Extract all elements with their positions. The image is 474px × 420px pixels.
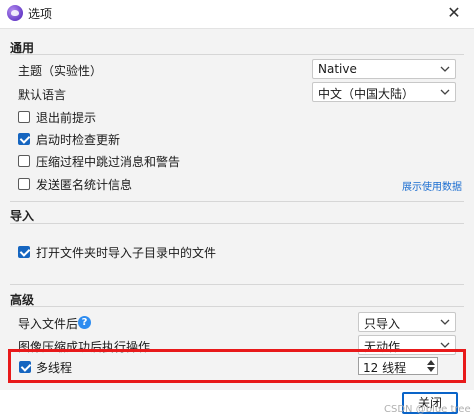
thread-count-value: 12 线程 xyxy=(363,361,407,375)
theme-label: 主题（实验性） xyxy=(18,64,103,78)
chevron-down-icon xyxy=(440,89,450,95)
title-bar: 选项 ✕ xyxy=(0,0,474,26)
stepper-up-icon[interactable] xyxy=(427,360,435,365)
theme-select[interactable]: Native xyxy=(312,59,456,79)
stepper-arrows-icon[interactable] xyxy=(426,359,436,373)
section-header-import: 导入 xyxy=(10,209,35,223)
watermark-text: CSDN @blue tree xyxy=(384,404,471,415)
divider xyxy=(10,223,464,224)
checkbox-label: 发送匿名统计信息 xyxy=(36,178,133,192)
checkbox-import-subdirs[interactable] xyxy=(18,246,30,258)
thread-count-stepper[interactable]: 12 线程 xyxy=(358,357,438,375)
checkbox-label: 启动时检查更新 xyxy=(36,133,121,147)
checkbox-label: 压缩过程中跳过消息和警告 xyxy=(36,155,181,169)
window-title: 选项 xyxy=(28,7,53,21)
chevron-down-icon xyxy=(440,319,450,325)
window-close-icon[interactable]: ✕ xyxy=(444,3,464,23)
show-usage-data-link[interactable]: 展示使用数据 xyxy=(402,178,462,193)
checkbox-multithread[interactable] xyxy=(19,361,31,373)
language-label: 默认语言 xyxy=(18,88,67,102)
divider xyxy=(10,54,464,55)
checkbox-prompt-before-exit[interactable] xyxy=(18,111,30,123)
checkbox-label: 退出前提示 xyxy=(36,111,97,125)
import-files-select[interactable]: 只导入 xyxy=(358,312,456,332)
help-icon[interactable]: ? xyxy=(78,316,91,329)
chevron-down-icon xyxy=(440,66,450,72)
checkbox-skip-messages[interactable] xyxy=(18,155,30,167)
import-files-select-value: 只导入 xyxy=(364,317,401,331)
stepper-down-icon[interactable] xyxy=(427,367,435,372)
import-files-label: 导入文件后 xyxy=(18,317,79,331)
checkbox-check-updates[interactable] xyxy=(18,133,30,145)
divider xyxy=(10,306,464,307)
language-select-value: 中文（中国大陆） xyxy=(318,87,415,101)
divider xyxy=(10,284,464,285)
theme-select-value: Native xyxy=(318,62,357,76)
app-logo-icon xyxy=(7,5,23,21)
checkbox-label: 打开文件夹时导入子目录中的文件 xyxy=(36,246,217,260)
multithread-label: 多线程 xyxy=(36,361,73,375)
divider xyxy=(10,201,464,202)
options-panel: 通用 主题（实验性） Native 默认语言 中文（中国大陆） 退出前提示 启动… xyxy=(0,28,474,390)
language-select[interactable]: 中文（中国大陆） xyxy=(312,82,456,102)
checkbox-send-stats[interactable] xyxy=(18,178,30,190)
